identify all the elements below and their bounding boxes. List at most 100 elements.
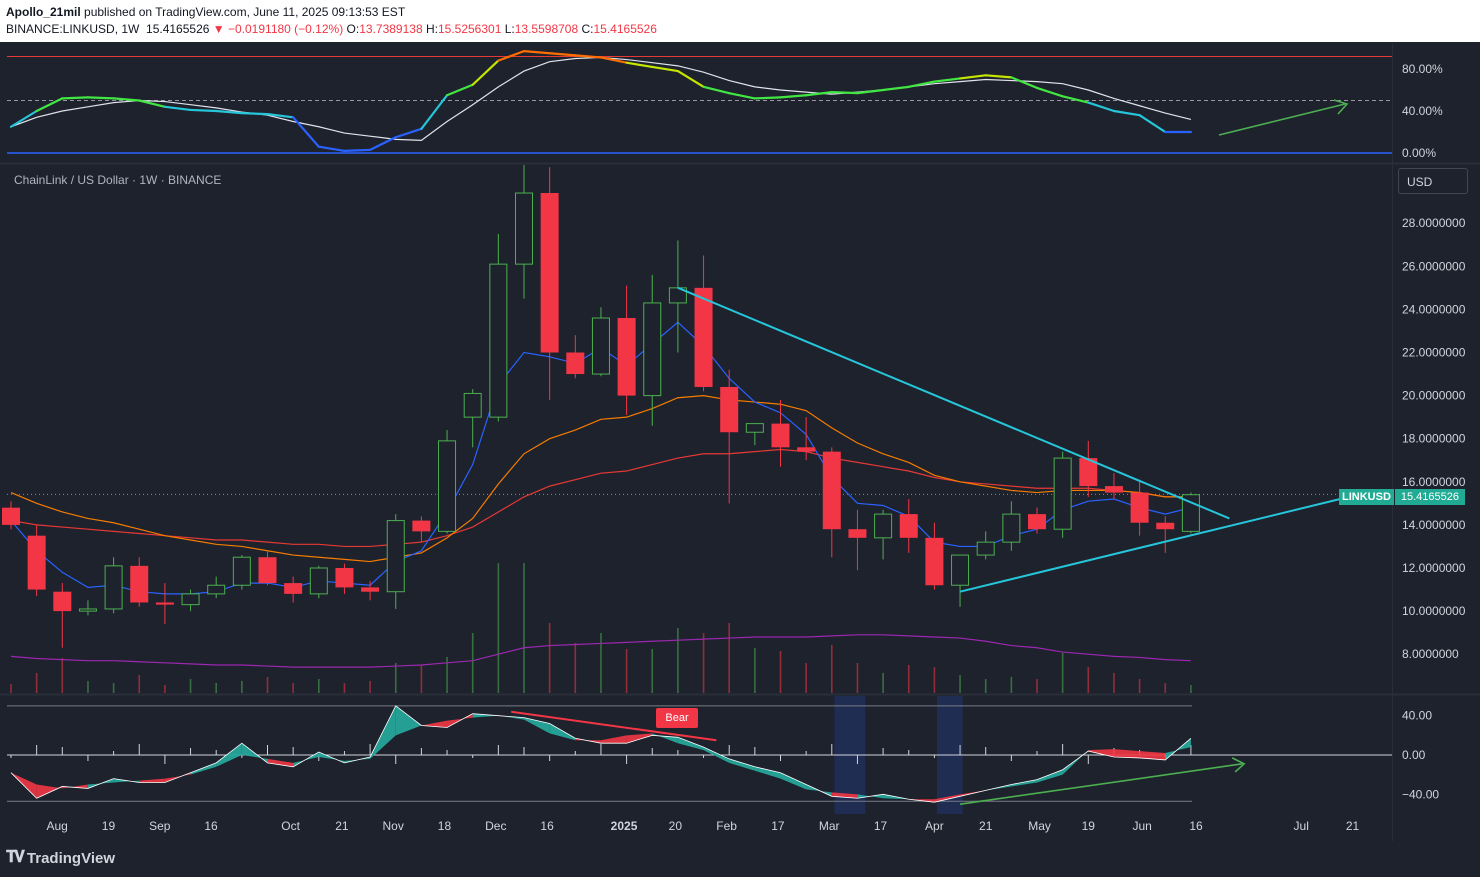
candle-body-down [617,318,636,396]
price-change: ▼ −0.0191180 (−0.12%) [212,22,344,36]
candle-body-down [566,352,585,375]
volume-bar [497,563,500,693]
volume-bar [394,663,397,693]
time-axis-tick-label: Apr [925,819,944,833]
open-value: 13.7389138 [359,22,423,36]
time-axis-tick-label: Sep [149,819,171,833]
time-axis-tick-label: 21 [335,819,349,833]
volume-bar [215,683,217,693]
tradingview-logo[interactable]: 𝐓𝐕 TradingView [6,849,115,867]
time-axis-tick-label: 16 [204,819,218,833]
time-axis-tick-label: 19 [102,819,116,833]
volume-bar [1061,653,1064,693]
volume-bar [35,673,38,693]
volume-bar [1036,679,1038,693]
candle-body-down [1104,486,1123,493]
volume-bar [343,683,346,693]
volume-bar [984,679,987,693]
candle-body-down [284,583,303,594]
volume-bar [933,667,936,693]
candle-body-up [1053,457,1072,530]
published-info: published on TradingView.com, June 11, 2… [84,5,406,19]
oscillator-top-fast-segment [61,96,90,100]
time-axis-tick-label: Nov [383,819,404,833]
candle-body-down [797,447,816,452]
candle-body-up [976,541,995,556]
time-axis-tick-label: 21 [979,819,993,833]
time-axis-tick-label: Dec [485,819,506,833]
price-axis-tick-label: 20.0000000 [1402,389,1466,403]
time-axis-tick-label: 18 [438,819,452,833]
volume-bar [754,648,756,693]
candle-body-down [694,287,713,387]
chart-canvas[interactable]: 28.0000000 26.0000000 24.0000000 22.0000000… [0,42,1480,841]
candle-body-down [822,451,841,530]
close-value: 15.4165526 [593,22,657,36]
volume-bar [1010,677,1013,693]
candle-body-down [540,193,559,353]
price-axis-tick-label: 10.0000000 [1402,604,1466,618]
symbol-name: BINANCE:LINKUSD, 1W [6,22,140,36]
high-value: 15.5256301 [437,22,502,36]
volume-bar [1113,673,1115,693]
candle-body-up [643,302,662,397]
symbol-ohlc-line: BINANCE:LINKUSD, 1W 15.4165526 ▼ −0.0191… [6,22,657,36]
time-axis-tick-label: Jun [1132,819,1151,833]
volume-bar [1138,679,1141,693]
candle-body-up [78,608,97,612]
candle-body-up [438,440,457,532]
volume-bar [702,633,705,693]
volume-bar [574,643,577,693]
oscillator-top-fast-segment [343,148,372,152]
candle-body-up [591,317,610,375]
price-axis-tick-label: 26.0000000 [1402,259,1466,273]
time-axis-tick-label: 2025 [611,819,638,833]
volume-bar [266,677,269,693]
volume-bar [1164,683,1167,693]
candle-body-up [104,565,123,610]
volume-bar [523,563,525,693]
high-label: H: [425,22,438,36]
candle-body-down [361,587,380,592]
candle-body-up [1002,513,1021,543]
volume-bar [548,623,551,693]
time-axis-tick-label: 17 [771,819,785,833]
author-name[interactable]: Apollo_21mil [6,5,81,19]
candle-body-down [925,537,944,586]
volume-bar [779,651,782,693]
volume-bar [369,681,371,693]
volume-bar [318,679,320,693]
candle-body-down [848,529,867,538]
candle-body-up [309,567,328,595]
time-axis-tick-label: Oct [281,819,300,833]
volume-bar [959,675,961,693]
time-axis-tick-label: Feb [716,819,737,833]
candle-body-down [1028,514,1046,530]
oscillator-bottom-tick-label: 40.00 [1402,709,1432,723]
price-axis-tick-label: 8.0000000 [1402,647,1459,661]
volume-bar [882,673,884,693]
price-axis-tick-label: 16.0000000 [1402,475,1466,489]
price-axis-tick-label: 22.0000000 [1402,345,1466,359]
candle-body-down [130,565,149,603]
volume-bar [10,684,12,693]
candle-body-up [489,263,508,418]
open-label: O: [346,22,360,36]
time-axis-tick-label: 21 [1346,819,1360,833]
currency-button[interactable]: USD [1398,168,1468,194]
low-label: L: [504,22,515,36]
candle-body-down [412,520,431,532]
candle-body-down [1130,492,1149,523]
time-axis-tick-label: 17 [874,819,888,833]
candle-body-down [1156,522,1175,530]
oscillator-top-tick-label: 80.00% [1402,62,1443,76]
volume-bar [1190,685,1192,693]
candle-body-down [258,557,277,584]
price-tag-symbol: LINKUSD [1339,489,1394,505]
candle-body-up [386,520,405,593]
volume-bar [907,665,910,693]
publication-header: Apollo_21mil published on TradingView.co… [0,0,1480,42]
oscillator-top-fast-segment [830,90,859,95]
price-axis-tick-label: 12.0000000 [1402,561,1466,575]
oscillator-top-tick-label: 40.00% [1402,104,1443,118]
